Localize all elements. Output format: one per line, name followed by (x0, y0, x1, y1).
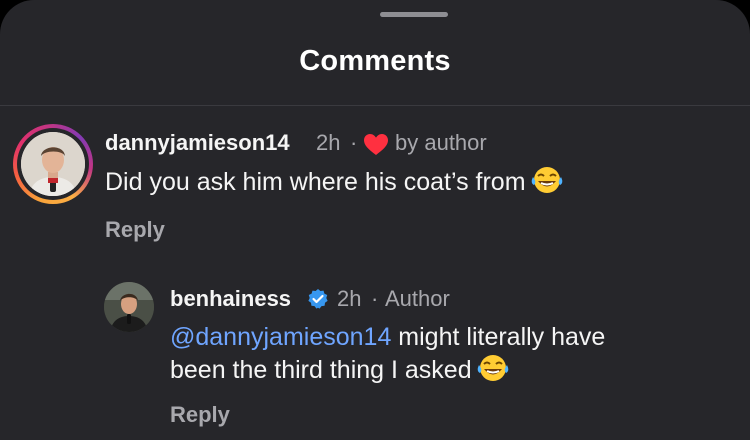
tears-of-joy-emoji-icon (530, 165, 564, 203)
avatar[interactable] (104, 282, 154, 332)
meta-separator: · (371, 286, 379, 311)
comment-text: Did you ask him where his coat’s from (105, 165, 564, 203)
comment-text: @dannyjamieson14 might literally have be… (170, 321, 605, 391)
comment-time: 2h (316, 130, 341, 155)
comment-text-line2: been the third thing I asked (170, 356, 472, 384)
comment-username[interactable]: benhainess (170, 286, 291, 312)
liked-by-author-label: by author (395, 130, 487, 155)
reply-button[interactable]: Reply (170, 402, 230, 428)
verified-badge-icon (307, 288, 329, 315)
meta-separator: · (350, 130, 358, 155)
avatar-story-ring[interactable] (13, 124, 93, 204)
sheet-title: Comments (299, 45, 451, 77)
header-divider (0, 105, 750, 106)
comments-sheet: Comments dannyjamieson14 2h · by author … (0, 0, 750, 440)
heart-icon (363, 133, 389, 162)
comment-text-content: Did you ask him where his coat’s from (105, 168, 526, 196)
comment-text-line1: might literally have (391, 323, 606, 351)
avatar[interactable] (21, 132, 85, 196)
comment-time: 2h (337, 286, 362, 311)
author-label: Author (385, 286, 450, 311)
person-photo-icon (104, 282, 154, 332)
tears-of-joy-emoji-icon (476, 353, 510, 391)
mention-link[interactable]: @dannyjamieson14 (170, 323, 391, 351)
comment-username[interactable]: dannyjamieson14 (105, 130, 290, 156)
person-photo-icon (21, 132, 85, 196)
reply-button[interactable]: Reply (105, 217, 165, 243)
drag-handle[interactable] (380, 12, 448, 17)
